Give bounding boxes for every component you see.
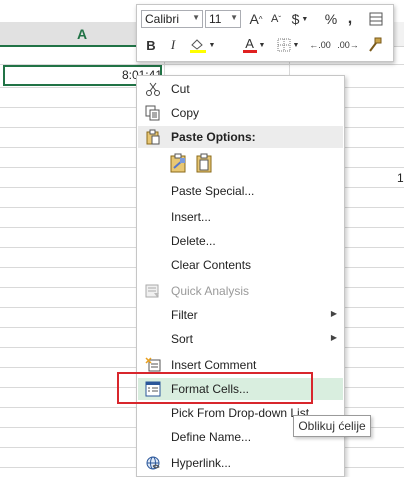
decrease-decimal-icon: .00→: [337, 39, 359, 50]
chevron-down-icon: ▼: [208, 41, 216, 49]
menu-item-label: Cut: [171, 82, 190, 96]
menu-item-label: Paste Special...: [171, 184, 255, 198]
menu-item-label: Copy: [171, 106, 200, 120]
paste-option-icons: [168, 152, 218, 176]
decrease-font-size-button[interactable]: Aˇ: [267, 10, 285, 28]
font-size-dropdown[interactable]: 11 ▼: [205, 10, 241, 28]
menu-item-label: Define Name...: [171, 430, 252, 444]
quick-analysis-icon: [144, 282, 162, 300]
percent-style-button[interactable]: %: [323, 10, 339, 28]
partial-cell-value: 1: [397, 171, 404, 185]
font-name-dropdown[interactable]: Calibri ▼: [141, 10, 203, 28]
menu-item-label: Quick Analysis: [171, 284, 250, 298]
currency-icon: $: [291, 11, 300, 27]
paste-values-icon[interactable]: [194, 152, 216, 174]
menu-item-filter[interactable]: Filter ▶: [138, 304, 343, 326]
menu-item-quick-analysis[interactable]: Quick Analysis: [138, 280, 343, 302]
menu-item-sort[interactable]: Sort ▶: [138, 328, 343, 350]
menu-item-label: Sort: [171, 332, 194, 346]
comma-icon: ,: [347, 10, 353, 27]
percent-icon: %: [324, 11, 338, 27]
format-cells-icon: [144, 380, 162, 398]
menu-item-label: Format Cells...: [171, 382, 250, 396]
format-painter-button[interactable]: [365, 36, 385, 54]
menu-item-hyperlink[interactable]: Hyperlink...: [138, 452, 343, 474]
scissors-icon: [144, 80, 162, 98]
italic-icon: I: [170, 37, 176, 52]
tooltip: Oblikuj ćelije: [293, 415, 371, 437]
caret-up-icon: ^: [258, 14, 263, 24]
increase-decimal-icon: ←.00: [309, 39, 331, 50]
increase-font-icon: A: [249, 11, 259, 27]
format-painter-icon: [369, 37, 382, 52]
menu-item-clear-contents[interactable]: Clear Contents: [138, 254, 343, 276]
borders-button[interactable]: ▼: [275, 36, 301, 54]
menu-item-label: Paste Options:: [171, 130, 256, 144]
chevron-down-icon: ▼: [192, 13, 200, 22]
decrease-decimal-button[interactable]: .00→: [335, 36, 361, 54]
format-table-button[interactable]: [367, 10, 385, 28]
menu-item-insert-comment[interactable]: Insert Comment: [138, 354, 343, 376]
copy-icon: [144, 104, 162, 122]
menu-item-label: Hyperlink...: [171, 456, 232, 470]
font-color-button[interactable]: A ▼: [241, 36, 267, 54]
italic-button[interactable]: I: [165, 36, 181, 54]
increase-font-size-button[interactable]: A ^: [247, 10, 265, 28]
menu-item-cut[interactable]: Cut: [138, 78, 343, 100]
fill-color-button[interactable]: ▼: [187, 36, 217, 54]
menu-item-label: Insert Comment: [171, 358, 257, 372]
submenu-arrow-icon: ▶: [330, 333, 337, 342]
menu-item-paste-special[interactable]: Paste Special...: [138, 180, 343, 202]
menu-item-delete[interactable]: Delete...: [138, 230, 343, 252]
hyperlink-icon: [144, 454, 162, 472]
menu-item-label: Insert...: [171, 210, 212, 224]
accounting-format-button[interactable]: $ ▼: [289, 10, 311, 28]
format-table-icon: [369, 12, 383, 26]
bold-button[interactable]: B: [143, 36, 159, 54]
font-name-value: Calibri: [145, 12, 180, 26]
mini-toolbar: Calibri ▼ 11 ▼ A ^ Aˇ $ ▼ % , B I ▼ A ▼ …: [136, 4, 394, 62]
caret-down-icon: ˇ: [278, 14, 281, 24]
chevron-down-icon: ▼: [292, 41, 300, 49]
chevron-down-icon: ▼: [230, 13, 238, 22]
decrease-font-icon: A: [270, 13, 279, 25]
chevron-down-icon: ▼: [301, 15, 309, 23]
bold-icon: B: [146, 37, 156, 53]
insert-comment-icon: [144, 356, 162, 374]
menu-item-copy[interactable]: Copy: [138, 102, 343, 124]
font-color-icon: A: [242, 37, 257, 53]
menu-section-paste-options: Paste Options:: [138, 126, 343, 148]
submenu-arrow-icon: ▶: [330, 309, 337, 318]
menu-item-insert[interactable]: Insert...: [138, 206, 343, 228]
menu-item-label: Filter: [171, 308, 198, 322]
menu-item-label: Delete...: [171, 234, 216, 248]
menu-item-label: Clear Contents: [171, 258, 252, 272]
increase-decimal-button[interactable]: ←.00: [307, 36, 333, 54]
menu-item-format-cells[interactable]: Format Cells...: [138, 378, 343, 400]
borders-icon: [277, 38, 291, 52]
chevron-down-icon: ▼: [258, 41, 266, 49]
font-size-value: 11: [209, 12, 222, 26]
paste-icon: [144, 128, 162, 146]
comma-style-button[interactable]: ,: [343, 10, 357, 28]
fill-color-icon: [189, 39, 206, 53]
paste-with-formatting-icon[interactable]: [168, 152, 190, 174]
